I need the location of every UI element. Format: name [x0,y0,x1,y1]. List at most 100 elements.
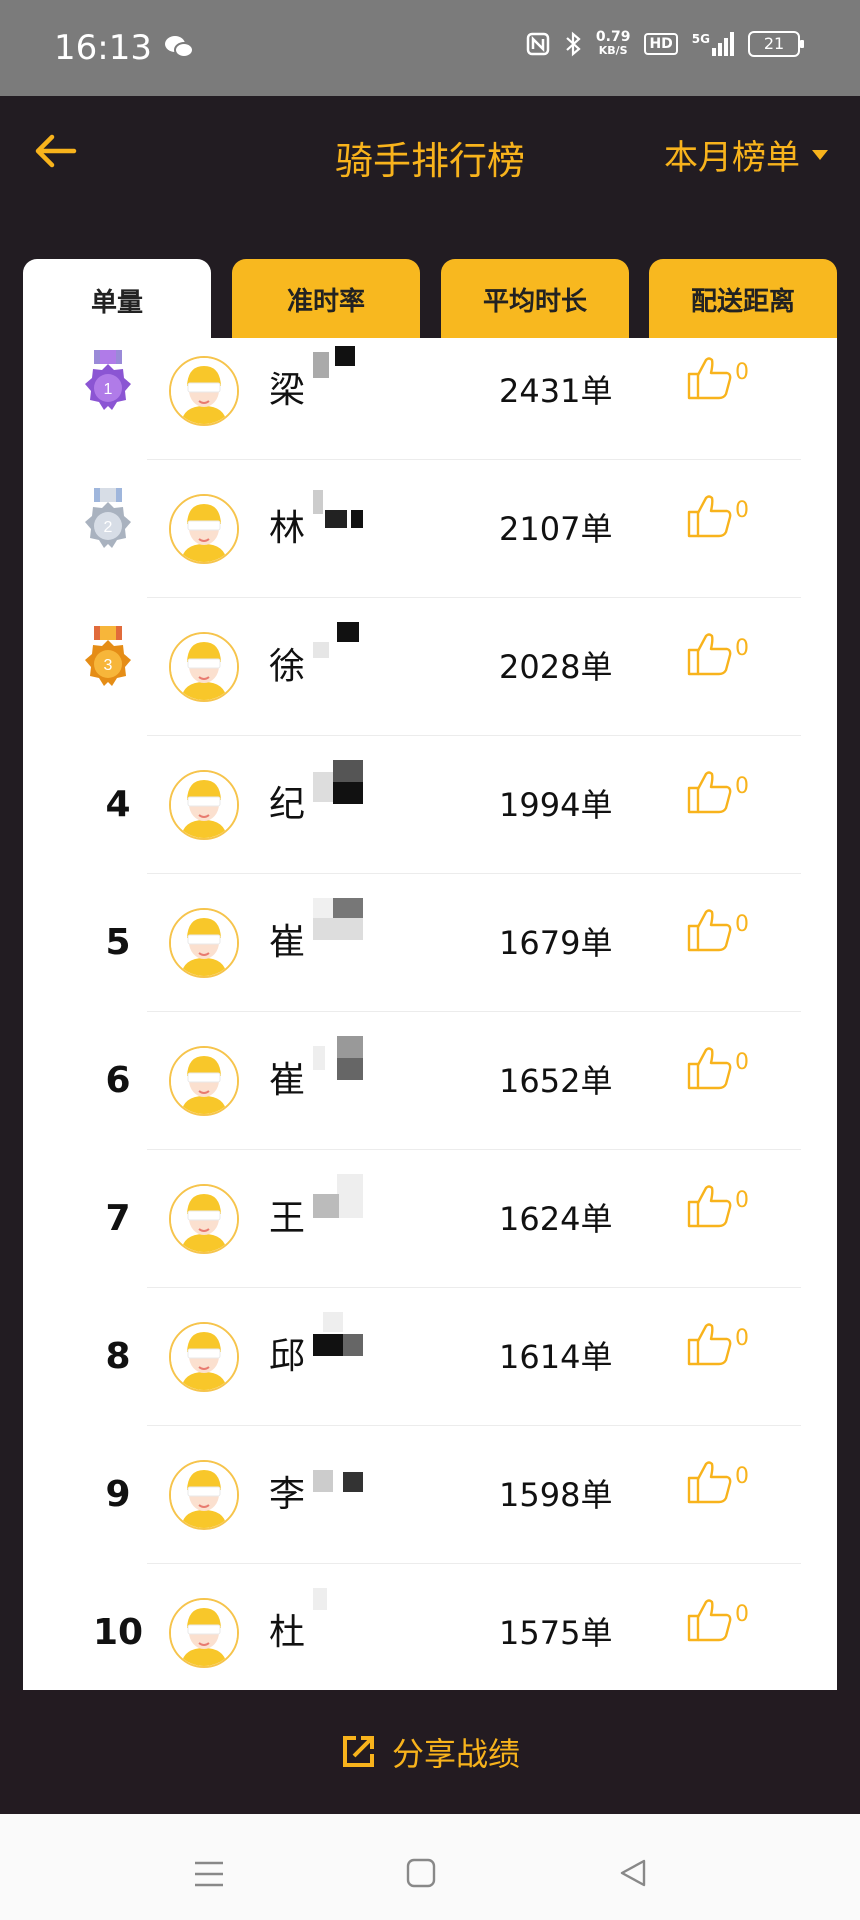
like-count: 0 [735,1464,749,1489]
order-count: 1614单 [499,1338,613,1376]
table-row[interactable]: 9 李 1598单 0 [23,1426,837,1564]
battery-icon: 21 [748,31,804,57]
table-row[interactable]: 2 林 2107单 0 [23,460,837,598]
thumbs-up-icon [687,495,732,538]
thumbs-up-icon [687,909,732,952]
order-count: 1679单 [499,924,613,962]
header: 骑手排行榜 本月榜单 [0,96,860,206]
thumbs-up-icon [687,771,732,814]
system-nav-bar [0,1814,860,1920]
table-row[interactable]: 10 杜 1575单 0 [23,1564,837,1690]
thumbs-up-icon [687,633,732,676]
share-label: 分享战绩 [391,1735,520,1773]
name-mosaic [313,1312,363,1368]
table-row[interactable]: 5 崔 1679单 0 [23,874,837,1012]
table-row[interactable]: 4 纪 1994单 0 [23,736,837,874]
avatar[interactable] [169,1046,239,1116]
order-count: 2107单 [499,510,613,548]
like-button[interactable]: 0 [687,1184,749,1228]
medal-icon: 3 [85,626,131,686]
like-button[interactable]: 0 [687,1322,749,1366]
tab-distance[interactable]: 配送距离 [649,259,837,339]
order-count: 1598单 [499,1476,613,1514]
nfc-icon [526,32,550,56]
order-count: 1624单 [499,1200,613,1238]
name-mosaic [313,1174,363,1230]
avatar[interactable] [169,356,239,426]
tab-orders[interactable]: 单量 [23,259,211,341]
name-mosaic [313,1588,363,1644]
home-icon[interactable] [406,1858,436,1888]
like-button[interactable]: 0 [687,1460,749,1504]
like-button[interactable]: 0 [687,770,749,814]
avatar-icon [171,772,237,838]
menu-icon[interactable] [194,1860,224,1888]
period-dropdown[interactable]: 本月榜单 [664,130,828,179]
back-triangle-icon[interactable] [618,1858,648,1888]
avatar-icon [171,358,237,424]
share-bar: 分享战绩 [0,1690,860,1814]
like-count: 0 [735,1050,749,1075]
avatar-icon [171,1600,237,1666]
avatar[interactable] [169,1184,239,1254]
avatar-icon [171,1186,237,1252]
avatar[interactable] [169,1322,239,1392]
rank-number: 10 [92,1612,144,1653]
tab-bar: 单量 准时率 平均时长 配送距离 [23,259,837,341]
rank-number: 5 [105,922,131,963]
rider-name: 徐 [269,646,306,687]
like-button[interactable]: 0 [687,494,749,538]
like-count: 0 [735,1326,749,1351]
rank-number: 9 [105,1474,131,1515]
like-button[interactable]: 0 [687,632,749,676]
avatar-icon [171,1324,237,1390]
rank-number: 8 [105,1336,131,1377]
like-button[interactable]: 0 [687,1598,749,1642]
order-count: 1575单 [499,1614,613,1652]
avatar-icon [171,634,237,700]
wechat-icon [165,36,194,58]
rider-name: 王 [269,1198,306,1239]
avatar[interactable] [169,1460,239,1530]
like-count: 0 [735,912,749,937]
period-label: 本月榜单 [664,138,800,178]
like-button[interactable]: 0 [687,356,749,400]
table-row[interactable]: 1 梁 2431单 0 [23,338,837,460]
medal-icon: 2 [85,488,131,548]
bluetooth-icon [566,31,581,57]
share-button[interactable]: 分享战绩 [0,1690,860,1814]
avatar-icon [171,496,237,562]
thumbs-up-icon [687,1461,732,1504]
table-row[interactable]: 8 邱 1614单 0 [23,1288,837,1426]
name-mosaic [313,898,363,954]
avatar[interactable] [169,908,239,978]
avatar[interactable] [169,770,239,840]
rider-name: 崔 [269,1060,306,1101]
rank-number: 7 [105,1198,131,1239]
table-row[interactable]: 7 王 1624单 0 [23,1150,837,1288]
like-button[interactable]: 0 [687,1046,749,1090]
name-mosaic [313,484,363,540]
medal-rank-number: 3 [104,657,113,674]
rider-name: 杜 [269,1612,306,1653]
table-row[interactable]: 3 徐 2028单 0 [23,598,837,736]
rider-name: 纪 [269,784,306,825]
status-time: 16:13 [54,28,152,68]
name-mosaic [313,622,363,678]
like-count: 0 [735,1602,749,1627]
signal-icon: 5G [692,32,734,56]
avatar[interactable] [169,632,239,702]
thumbs-up-icon [687,1047,732,1090]
like-button[interactable]: 0 [687,908,749,952]
order-count: 2028单 [499,648,613,686]
thumbs-up-icon [687,1185,732,1228]
avatar[interactable] [169,494,239,564]
tab-ontime-rate[interactable]: 准时率 [232,259,420,339]
medal-rank-number: 1 [104,381,113,398]
like-count: 0 [735,636,749,661]
tab-avg-duration[interactable]: 平均时长 [441,259,629,339]
caret-down-icon [812,149,828,160]
rider-name: 崔 [269,922,306,963]
table-row[interactable]: 6 崔 1652单 0 [23,1012,837,1150]
avatar[interactable] [169,1598,239,1668]
